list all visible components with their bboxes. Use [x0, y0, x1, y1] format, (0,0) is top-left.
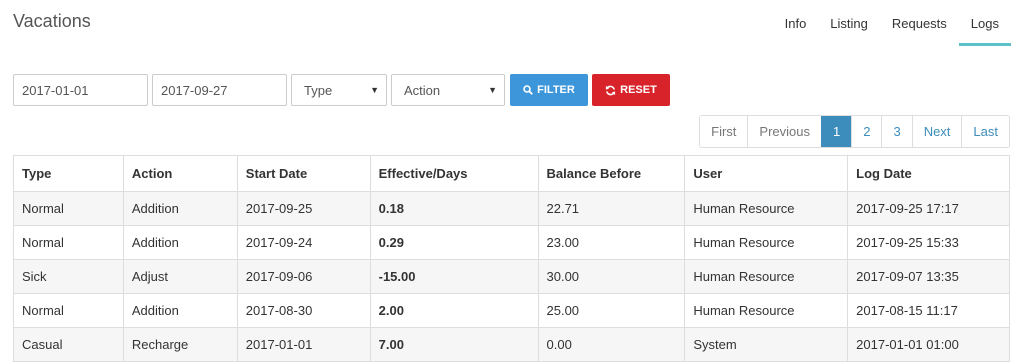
cell-user: Human Resource: [684, 225, 849, 260]
tab-requests[interactable]: Requests: [880, 0, 959, 46]
cell-log-date: 2017-09-25 15:33: [847, 225, 1010, 260]
column-header-type[interactable]: Type: [13, 155, 124, 192]
search-icon: [523, 85, 534, 95]
cell-type: Normal: [13, 293, 124, 328]
cell-balance-before: 22.71: [537, 191, 686, 226]
cell-start-date: 2017-09-06: [236, 259, 371, 294]
caret-down-icon: ▼: [488, 85, 497, 95]
cell-type: Casual: [13, 327, 124, 362]
table-header-row: Type Action Start Date Effective/Days Ba…: [13, 155, 1010, 192]
reset-button[interactable]: RESET: [592, 74, 670, 106]
cell-type: Normal: [13, 225, 124, 260]
table-row: Normal Addition 2017-09-25 0.18 22.71 Hu…: [13, 191, 1010, 226]
type-select-value: Type: [304, 82, 333, 98]
cell-user: Human Resource: [684, 293, 849, 328]
filter-button[interactable]: FILTER: [510, 74, 588, 106]
column-header-start-date[interactable]: Start Date: [236, 155, 371, 192]
page-next[interactable]: Next: [911, 116, 962, 147]
table-row: Casual Recharge 2017-01-01 7.00 0.00 Sys…: [13, 327, 1010, 362]
tab-info[interactable]: Info: [773, 0, 819, 46]
page-previous[interactable]: Previous: [747, 116, 821, 147]
header-tabs: Info Listing Requests Logs: [773, 0, 1012, 46]
cell-user: Human Resource: [684, 191, 849, 226]
cell-type: Sick: [13, 259, 124, 294]
cell-start-date: 2017-09-25: [236, 191, 371, 226]
date-from-input[interactable]: [13, 74, 148, 106]
pagination: First Previous 1 2 3 Next Last: [699, 115, 1010, 148]
column-header-action[interactable]: Action: [122, 155, 238, 192]
column-header-user[interactable]: User: [684, 155, 849, 192]
cell-user: Human Resource: [684, 259, 849, 294]
cell-balance-before: 25.00: [537, 293, 686, 328]
cell-action: Addition: [122, 191, 238, 226]
cell-action: Addition: [122, 225, 238, 260]
date-to-input[interactable]: [152, 74, 287, 106]
filter-button-label: FILTER: [537, 84, 575, 96]
page-1[interactable]: 1: [820, 116, 852, 147]
table-row: Normal Addition 2017-08-30 2.00 25.00 Hu…: [13, 293, 1010, 328]
column-header-effective-days[interactable]: Effective/Days: [369, 155, 539, 192]
cell-effective-days: -15.00: [369, 259, 539, 294]
cell-effective-days: 7.00: [369, 327, 539, 362]
page-last[interactable]: Last: [961, 116, 1009, 147]
cell-action: Recharge: [122, 327, 238, 362]
type-select[interactable]: Type ▼: [291, 74, 387, 106]
cell-balance-before: 0.00: [537, 327, 686, 362]
page-2[interactable]: 2: [851, 116, 882, 147]
filter-bar: Type ▼ Action ▼ FILTER RESET: [13, 74, 670, 106]
caret-down-icon: ▼: [370, 85, 379, 95]
cell-start-date: 2017-08-30: [236, 293, 371, 328]
tab-logs[interactable]: Logs: [958, 0, 1012, 46]
page-title: Vacations: [13, 11, 91, 31]
cell-log-date: 2017-09-07 13:35: [847, 259, 1010, 294]
cell-log-date: 2017-01-01 01:00: [847, 327, 1010, 362]
cell-type: Normal: [13, 191, 124, 226]
refresh-icon: [605, 85, 616, 96]
cell-effective-days: 0.29: [369, 225, 539, 260]
table-row: Sick Adjust 2017-09-06 -15.00 30.00 Huma…: [13, 259, 1010, 294]
cell-log-date: 2017-08-15 11:17: [847, 293, 1010, 328]
cell-effective-days: 2.00: [369, 293, 539, 328]
page-first[interactable]: First: [700, 116, 748, 147]
cell-start-date: 2017-01-01: [236, 327, 371, 362]
reset-button-label: RESET: [620, 84, 657, 96]
table-row: Normal Addition 2017-09-24 0.29 23.00 Hu…: [13, 225, 1010, 260]
action-select[interactable]: Action ▼: [391, 74, 505, 106]
cell-user: System: [684, 327, 849, 362]
cell-balance-before: 30.00: [537, 259, 686, 294]
logs-table-wrapper: Type Action Start Date Effective/Days Ba…: [13, 155, 1010, 362]
action-select-value: Action: [404, 82, 441, 98]
cell-action: Addition: [122, 293, 238, 328]
column-header-balance-before[interactable]: Balance Before: [537, 155, 686, 192]
cell-log-date: 2017-09-25 17:17: [847, 191, 1010, 226]
column-header-log-date[interactable]: Log Date: [847, 155, 1010, 192]
tab-listing[interactable]: Listing: [818, 0, 880, 46]
cell-action: Adjust: [122, 259, 238, 294]
cell-effective-days: 0.18: [369, 191, 539, 226]
cell-start-date: 2017-09-24: [236, 225, 371, 260]
cell-balance-before: 23.00: [537, 225, 686, 260]
page-3[interactable]: 3: [881, 116, 912, 147]
logs-table: Type Action Start Date Effective/Days Ba…: [13, 155, 1010, 362]
